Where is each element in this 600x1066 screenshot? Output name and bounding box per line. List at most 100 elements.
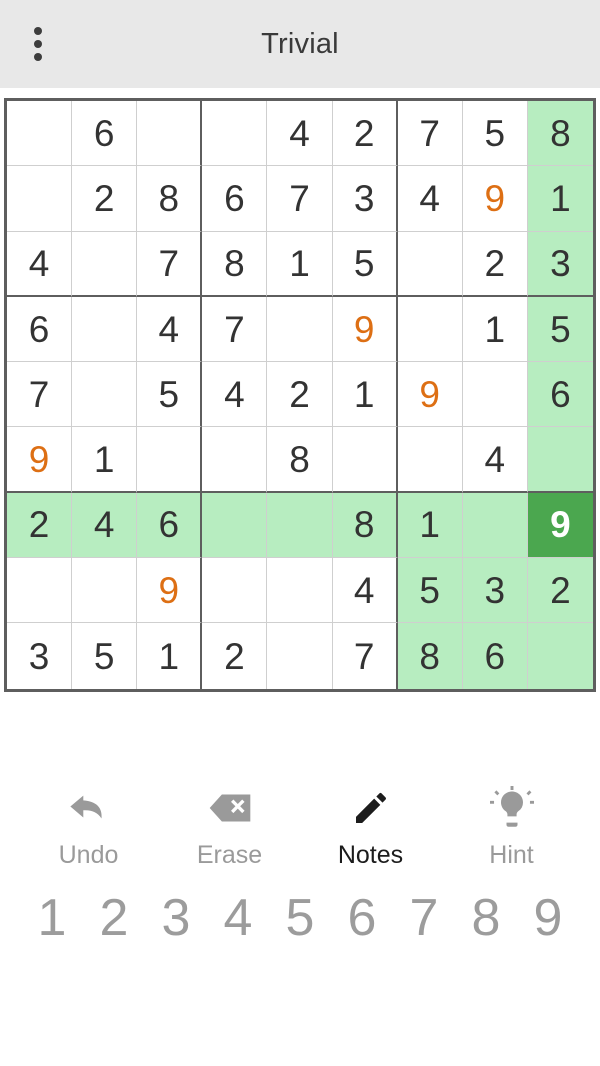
sudoku-cell-r9c6[interactable]: 7 [332,623,398,689]
sudoku-cell-r4c2[interactable] [72,296,138,363]
undo-label: Undo [58,841,119,869]
sudoku-cell-r5c2[interactable] [72,362,138,428]
sudoku-cell-r5c5[interactable]: 2 [267,362,333,428]
sudoku-board[interactable]: 6427582867349147815236479157542196918424… [4,98,596,692]
sudoku-cell-r9c5[interactable] [267,623,333,689]
sudoku-cell-r3c3[interactable]: 7 [137,231,203,297]
sudoku-cell-r8c4[interactable] [202,558,268,624]
sudoku-cell-r6c6[interactable] [332,427,398,493]
sudoku-cell-r2c5[interactable]: 7 [267,166,333,232]
sudoku-cell-r6c7[interactable] [397,427,463,493]
sudoku-cell-r5c4[interactable]: 4 [202,362,268,428]
sudoku-cell-r2c1[interactable] [7,166,73,232]
undo-button[interactable]: Undo [29,785,149,870]
numpad-key-5[interactable]: 5 [274,892,326,1000]
sudoku-cell-r1c8[interactable]: 5 [462,101,528,167]
numpad-key-7[interactable]: 7 [398,892,450,1000]
sudoku-cell-r2c4[interactable]: 6 [202,166,268,232]
sudoku-cell-r4c4[interactable]: 7 [202,296,268,363]
sudoku-cell-r6c3[interactable] [137,427,203,493]
sudoku-cell-r2c7[interactable]: 4 [397,166,463,232]
sudoku-cell-r7c1[interactable]: 2 [7,492,73,559]
sudoku-cell-r1c1[interactable] [7,101,73,167]
sudoku-cell-r6c2[interactable]: 1 [72,427,138,493]
sudoku-cell-r2c2[interactable]: 2 [72,166,138,232]
sudoku-cell-r8c1[interactable] [7,558,73,624]
notes-button[interactable]: Notes [311,785,431,870]
sudoku-cell-r3c1[interactable]: 4 [7,231,73,297]
sudoku-cell-r1c5[interactable]: 4 [267,101,333,167]
sudoku-cell-r7c9[interactable]: 9 [527,492,593,559]
sudoku-cell-r7c5[interactable] [267,492,333,559]
sudoku-cell-r5c8[interactable] [462,362,528,428]
overflow-menu-icon[interactable] [16,22,60,66]
sudoku-cell-r8c3[interactable]: 9 [137,558,203,624]
sudoku-cell-r5c9[interactable]: 6 [527,362,593,428]
sudoku-cell-r1c6[interactable]: 2 [332,101,398,167]
numpad-key-1[interactable]: 1 [26,892,78,1000]
sudoku-cell-r6c1[interactable]: 9 [7,427,73,493]
sudoku-cell-r4c9[interactable]: 5 [527,296,593,363]
erase-button[interactable]: Erase [170,785,290,870]
sudoku-cell-r8c9[interactable]: 2 [527,558,593,624]
sudoku-cell-r2c8[interactable]: 9 [462,166,528,232]
sudoku-cell-r7c3[interactable]: 6 [137,492,203,559]
sudoku-cell-r1c9[interactable]: 8 [527,101,593,167]
sudoku-cell-r4c1[interactable]: 6 [7,296,73,363]
numpad-key-3[interactable]: 3 [150,892,202,1000]
sudoku-cell-r4c6[interactable]: 9 [332,296,398,363]
sudoku-cell-r9c7[interactable]: 8 [397,623,463,689]
sudoku-cell-r6c8[interactable]: 4 [462,427,528,493]
sudoku-cell-r9c3[interactable]: 1 [137,623,203,689]
sudoku-cell-r3c2[interactable] [72,231,138,297]
sudoku-cell-r9c8[interactable]: 6 [462,623,528,689]
sudoku-cell-r1c7[interactable]: 7 [397,101,463,167]
sudoku-cell-r3c8[interactable]: 2 [462,231,528,297]
numpad-key-8[interactable]: 8 [460,892,512,1000]
sudoku-cell-r6c9[interactable] [527,427,593,493]
sudoku-cell-r5c1[interactable]: 7 [7,362,73,428]
sudoku-cell-r8c2[interactable] [72,558,138,624]
sudoku-cell-r8c5[interactable] [267,558,333,624]
notes-label: Notes [337,841,404,869]
sudoku-cell-r1c3[interactable] [137,101,203,167]
sudoku-cell-r1c4[interactable] [202,101,268,167]
sudoku-cell-r3c5[interactable]: 1 [267,231,333,297]
sudoku-cell-r3c7[interactable] [397,231,463,297]
sudoku-cell-r2c9[interactable]: 1 [527,166,593,232]
sudoku-cell-r8c7[interactable]: 5 [397,558,463,624]
numpad-key-9[interactable]: 9 [522,892,574,1000]
sudoku-cell-r3c4[interactable]: 8 [202,231,268,297]
sudoku-cell-r7c6[interactable]: 8 [332,492,398,559]
sudoku-cell-r9c1[interactable]: 3 [7,623,73,689]
numpad-key-2[interactable]: 2 [88,892,140,1000]
sudoku-cell-r7c7[interactable]: 1 [397,492,463,559]
sudoku-cell-r7c2[interactable]: 4 [72,492,138,559]
sudoku-cell-r7c4[interactable] [202,492,268,559]
sudoku-cell-r8c6[interactable]: 4 [332,558,398,624]
numpad-key-4[interactable]: 4 [212,892,264,1000]
sudoku-cell-r5c6[interactable]: 1 [332,362,398,428]
sudoku-cell-r4c3[interactable]: 4 [137,296,203,363]
app-bar: Trivial [0,0,600,88]
sudoku-cell-r6c4[interactable] [202,427,268,493]
page-title: Trivial [261,27,339,60]
sudoku-cell-r6c5[interactable]: 8 [267,427,333,493]
sudoku-cell-r4c8[interactable]: 1 [462,296,528,363]
hint-button[interactable]: Hint [452,785,572,870]
sudoku-cell-r4c7[interactable] [397,296,463,363]
sudoku-cell-r8c8[interactable]: 3 [462,558,528,624]
sudoku-cell-r9c2[interactable]: 5 [72,623,138,689]
sudoku-cell-r2c3[interactable]: 8 [137,166,203,232]
sudoku-cell-r3c9[interactable]: 3 [527,231,593,297]
sudoku-cell-r9c9[interactable] [527,623,593,689]
sudoku-cell-r5c7[interactable]: 9 [397,362,463,428]
numpad-key-6[interactable]: 6 [336,892,388,1000]
sudoku-cell-r3c6[interactable]: 5 [332,231,398,297]
sudoku-cell-r1c2[interactable]: 6 [72,101,138,167]
sudoku-cell-r4c5[interactable] [267,296,333,363]
sudoku-cell-r9c4[interactable]: 2 [202,623,268,689]
sudoku-cell-r5c3[interactable]: 5 [137,362,203,428]
sudoku-cell-r7c8[interactable] [462,492,528,559]
sudoku-cell-r2c6[interactable]: 3 [332,166,398,232]
